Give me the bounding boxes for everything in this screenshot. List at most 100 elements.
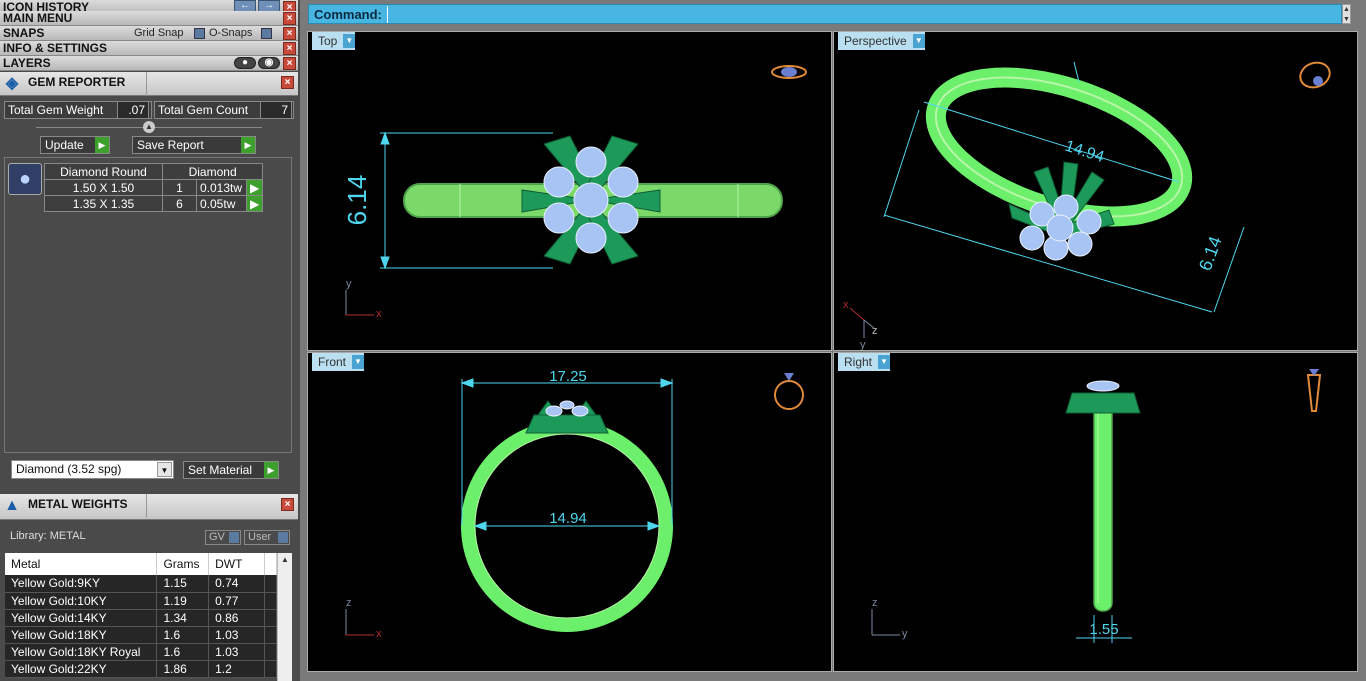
- view-cube-perspective-icon[interactable]: [1297, 59, 1333, 92]
- info-settings-header[interactable]: INFO & SETTINGS ×: [0, 41, 298, 56]
- main-menu-header[interactable]: MAIN MENU ×: [0, 11, 298, 26]
- metal-dwt: 1.03: [208, 626, 265, 644]
- eye-icon[interactable]: ◉: [258, 57, 280, 69]
- update-button[interactable]: Update ▶: [40, 136, 110, 154]
- view-cube-front-icon[interactable]: [774, 373, 804, 410]
- table-row[interactable]: Yellow Gold:22KY 1.86 1.2: [5, 660, 278, 678]
- gem-count: 6: [162, 195, 197, 212]
- axis-x-label: x: [376, 308, 382, 320]
- dwt-column-header: DWT: [208, 553, 265, 575]
- tab-top[interactable]: Top ▼: [312, 32, 356, 50]
- user-label: User: [248, 531, 272, 543]
- viewport-top[interactable]: 6.14 y x Top ▼: [307, 31, 832, 351]
- right-viewport-label: Right: [844, 355, 873, 369]
- layers-title: LAYERS: [3, 56, 51, 70]
- axis-y-label: y: [860, 339, 866, 350]
- set-material-button[interactable]: Set Material ▶: [183, 461, 279, 479]
- gem-weight: 0.013tw: [196, 179, 247, 196]
- metal-dwt: 0.74: [208, 575, 265, 593]
- table-row[interactable]: Yellow Gold:9KY 1.15 0.74: [5, 575, 278, 593]
- scroll-up-icon[interactable]: ▲: [278, 553, 292, 567]
- material-select[interactable]: Diamond (3.52 spg) ▼: [11, 460, 174, 479]
- gem-table-header: Diamond Round Diamond: [44, 163, 264, 180]
- tab-front[interactable]: Front ▼: [312, 353, 365, 371]
- metal-grams: 1.6: [156, 643, 210, 661]
- layer-visibility-off-icon[interactable]: ●: [234, 57, 256, 69]
- metal-name: Yellow Gold:18KY Royal: [5, 643, 158, 661]
- layers-header[interactable]: LAYERS ● ◉ ×: [0, 56, 298, 71]
- metal-grams: 1.15: [156, 575, 210, 593]
- o-snaps-label: O-Snaps: [209, 27, 253, 39]
- viewport-perspective[interactable]: 14.94 6.14 x z y Perspective ▼: [833, 31, 1358, 351]
- axis-x-label: x: [376, 628, 382, 640]
- close-icon[interactable]: ×: [281, 76, 294, 89]
- axis-y-label: y: [346, 278, 352, 290]
- view-cube-right-icon[interactable]: [1306, 369, 1322, 412]
- diamond-round-icon[interactable]: ●: [8, 163, 42, 195]
- command-bar[interactable]: Command:: [308, 4, 1342, 24]
- table-row[interactable]: Yellow Gold:18KY 1.6 1.03: [5, 626, 278, 644]
- chevron-down-icon[interactable]: ▼: [352, 355, 365, 369]
- gem-table: Diamond Round Diamond 1.50 X 1.50 1 0.01…: [44, 163, 264, 212]
- perspective-view-canvas: 14.94 6.14 x z y: [843, 59, 1333, 350]
- o-snaps-toggle[interactable]: [261, 28, 272, 39]
- close-icon[interactable]: ×: [283, 57, 296, 70]
- table-row[interactable]: 1.50 X 1.50 1 0.013tw ▶: [44, 179, 264, 196]
- front-viewport-label: Front: [318, 355, 347, 369]
- gv-toggle[interactable]: GV: [205, 530, 241, 545]
- metal-column-header: Metal: [5, 553, 158, 575]
- table-row[interactable]: Yellow Gold:14KY 1.34 0.86: [5, 609, 278, 627]
- tab-perspective[interactable]: Perspective ▼: [838, 32, 925, 50]
- tab-right[interactable]: Right ▼: [838, 353, 891, 371]
- main-menu-title: MAIN MENU: [3, 11, 73, 25]
- left-panel: ICON HISTORY ← → × MAIN MENU × SNAPS Gri…: [0, 0, 300, 681]
- play-icon: ▶: [264, 462, 278, 478]
- command-scrollbar[interactable]: ▲ ▼: [1342, 4, 1351, 24]
- play-icon: ▶: [95, 137, 109, 153]
- collapse-icon[interactable]: ▲: [143, 121, 155, 133]
- metal-name: Yellow Gold:18KY: [5, 626, 158, 644]
- snaps-title: SNAPS: [3, 26, 45, 40]
- view-cube-top-icon[interactable]: [771, 65, 807, 79]
- right-view-canvas: 1.55 z y: [871, 369, 1322, 643]
- metal-name: Yellow Gold:14KY: [5, 609, 158, 627]
- table-row[interactable]: Yellow Gold:18KY Royal 1.6 1.03: [5, 643, 278, 661]
- grid-snap-toggle[interactable]: [194, 28, 205, 39]
- play-icon[interactable]: ▶: [245, 179, 264, 196]
- metal-name: Yellow Gold:22KY: [5, 660, 158, 678]
- play-icon[interactable]: ▶: [245, 195, 264, 212]
- axis-x-label: x: [843, 299, 849, 311]
- close-icon[interactable]: ×: [283, 12, 296, 25]
- save-report-label: Save Report: [137, 138, 204, 152]
- chevron-down-icon[interactable]: ▼: [912, 34, 925, 48]
- snaps-header[interactable]: SNAPS Grid Snap O-Snaps ×: [0, 26, 298, 41]
- side-stone: [607, 166, 639, 198]
- viewport-right[interactable]: 1.55 z y Right ▼: [833, 352, 1358, 672]
- save-report-button[interactable]: Save Report ▶: [132, 136, 256, 154]
- chevron-down-icon[interactable]: ▼: [157, 462, 172, 477]
- close-icon[interactable]: ×: [283, 42, 296, 55]
- side-stone: [575, 146, 607, 178]
- user-indicator: [278, 532, 288, 543]
- table-row[interactable]: Yellow Gold:10KY 1.19 0.77: [5, 592, 278, 610]
- chevron-down-icon[interactable]: ▼: [343, 34, 356, 48]
- viewport-front[interactable]: 17.25 14.94 z x Front ▼: [307, 352, 832, 672]
- metal-weights-icon: ▲: [4, 497, 20, 514]
- gem-cut-header: Diamond Round: [44, 163, 163, 180]
- close-icon[interactable]: ×: [281, 498, 294, 511]
- axis-gizmo: x z y: [843, 299, 878, 350]
- metal-grams: 1.19: [156, 592, 210, 610]
- metal-name: Yellow Gold:10KY: [5, 592, 158, 610]
- user-toggle[interactable]: User: [244, 530, 290, 545]
- total-gem-weight-value: .07: [117, 101, 149, 119]
- right-width-dimension-label: 1.55: [1089, 621, 1118, 638]
- metal-table-scrollbar[interactable]: ▲: [277, 553, 292, 681]
- top-view-canvas: 6.14 y x: [342, 65, 807, 320]
- table-row[interactable]: 1.35 X 1.35 6 0.05tw ▶: [44, 195, 264, 212]
- metal-dwt: 1.03: [208, 643, 265, 661]
- side-stone: [543, 202, 575, 234]
- axis-gizmo: z x: [345, 597, 382, 640]
- total-gem-count-value: 7: [260, 101, 292, 119]
- chevron-down-icon[interactable]: ▼: [878, 355, 891, 369]
- close-icon[interactable]: ×: [283, 27, 296, 40]
